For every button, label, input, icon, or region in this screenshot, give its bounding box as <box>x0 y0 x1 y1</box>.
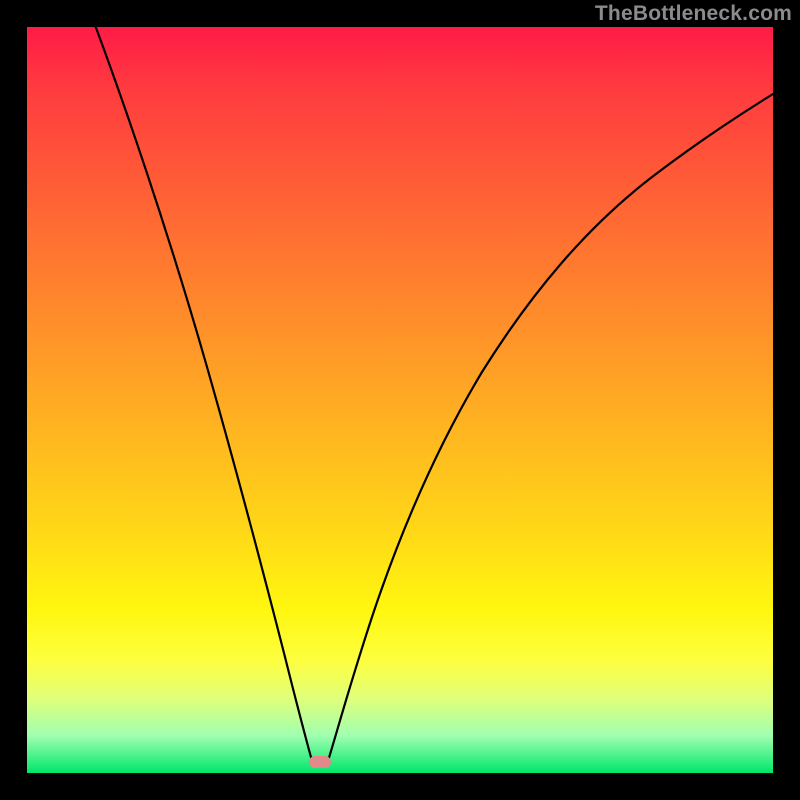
bottleneck-curve <box>27 27 773 773</box>
watermark-text: TheBottleneck.com <box>595 2 792 26</box>
chart-frame: TheBottleneck.com <box>0 0 800 800</box>
curve-left <box>92 27 312 761</box>
plot-area <box>27 27 773 773</box>
optimum-marker <box>309 756 331 768</box>
curve-right <box>328 94 773 761</box>
